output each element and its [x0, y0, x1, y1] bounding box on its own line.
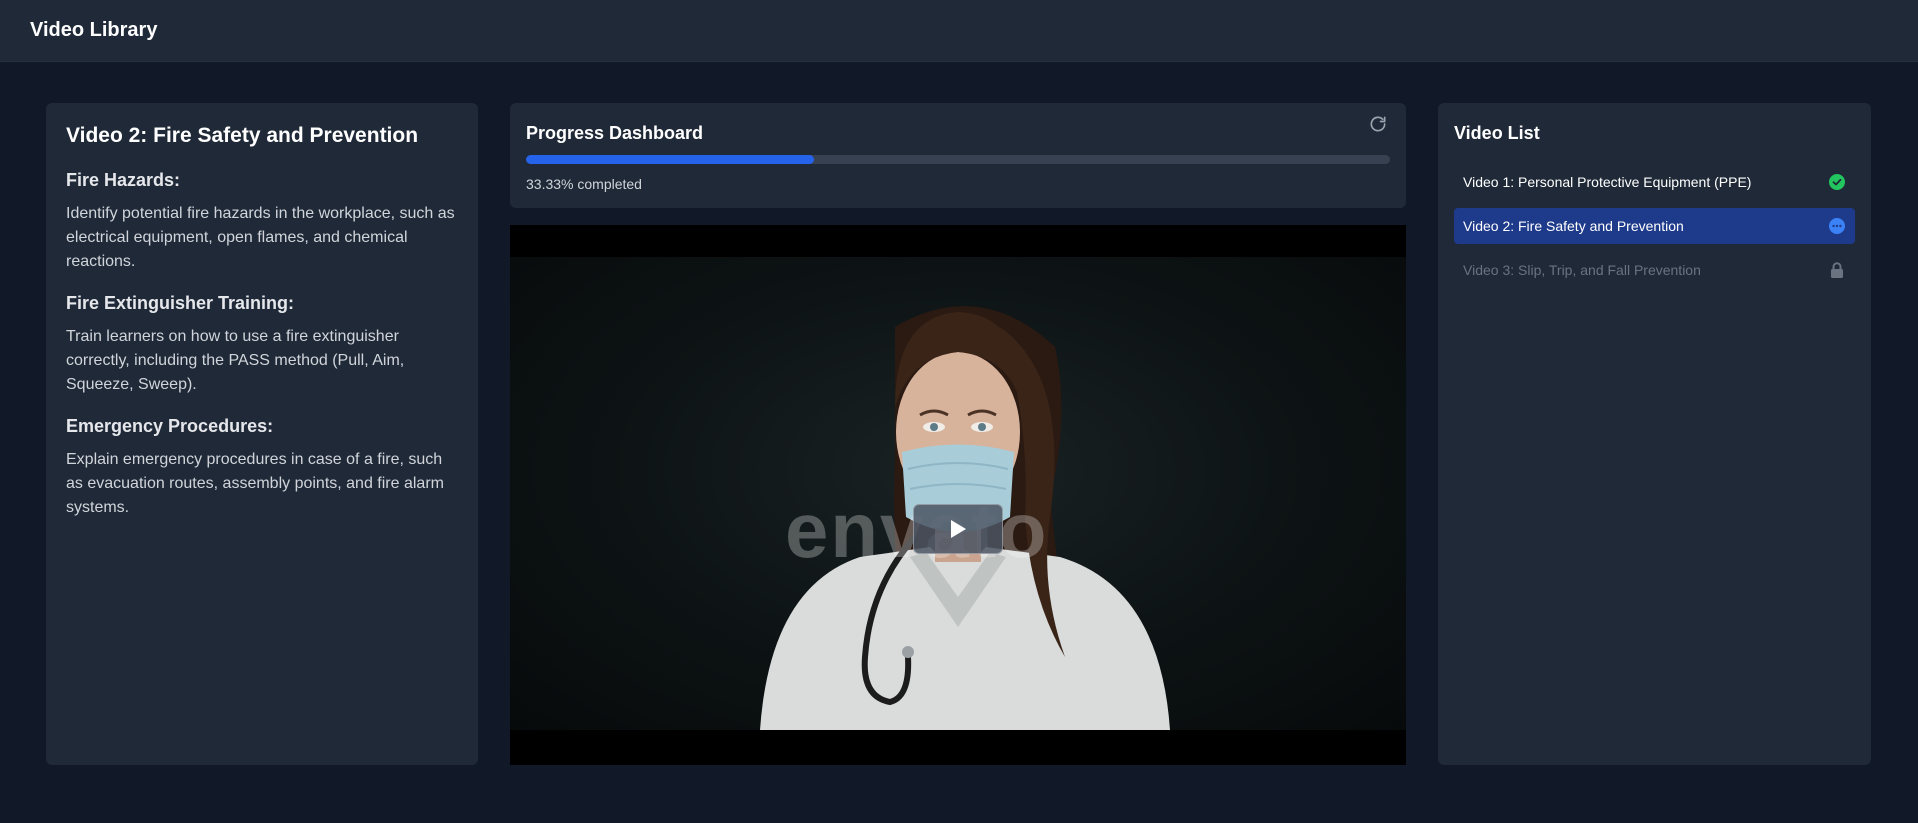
video-item-label: Video 2: Fire Safety and Prevention [1463, 218, 1684, 234]
refresh-button[interactable] [1366, 112, 1390, 136]
video-item-label: Video 3: Slip, Trip, and Fall Prevention [1463, 262, 1701, 278]
video-list-panel: Video List Video 1: Personal Protective … [1438, 103, 1871, 765]
progress-title: Progress Dashboard [526, 123, 704, 143]
ellipsis-circle-icon [1828, 217, 1846, 235]
section-heading-extinguisher-training: Fire Extinguisher Training: [66, 293, 295, 313]
video-item-label: Video 1: Personal Protective Equipment (… [1463, 174, 1752, 190]
video-list-title: Video List [1454, 123, 1540, 143]
section-heading-fire-hazards: Fire Hazards: [66, 170, 181, 190]
video-thumbnail-image [760, 306, 1170, 730]
video-player[interactable]: envato [510, 225, 1406, 765]
video-list-item-3: Video 3: Slip, Trip, and Fall Prevention [1454, 252, 1855, 288]
video-description-panel: Video 2: Fire Safety and Prevention Fire… [46, 103, 478, 765]
refresh-icon [1370, 116, 1386, 132]
section-body-fire-hazards: Identify potential fire hazards in the w… [66, 205, 455, 270]
check-circle-icon [1828, 173, 1846, 191]
play-button[interactable] [913, 504, 1003, 554]
video-list: Video 1: Personal Protective Equipment (… [1454, 164, 1855, 296]
app-title: Video Library [30, 19, 158, 41]
lock-icon [1828, 261, 1846, 279]
section-heading-emergency-procedures: Emergency Procedures: [66, 416, 274, 436]
top-bar: Video Library [0, 0, 1918, 62]
progress-label: 33.33% completed [526, 176, 642, 192]
progress-bar [526, 155, 1390, 164]
section-body-emergency-procedures: Explain emergency procedures in case of … [66, 451, 444, 516]
progress-dashboard: Progress Dashboard 33.33% completed [510, 103, 1406, 208]
video-frame: envato [510, 257, 1406, 730]
video-list-item-2[interactable]: Video 2: Fire Safety and Prevention [1454, 208, 1855, 244]
video-list-item-1[interactable]: Video 1: Personal Protective Equipment (… [1454, 164, 1855, 200]
play-icon [951, 520, 966, 538]
progress-bar-fill [526, 155, 814, 164]
video-title: Video 2: Fire Safety and Prevention [66, 124, 419, 147]
section-body-extinguisher-training: Train learners on how to use a fire exti… [66, 328, 405, 393]
